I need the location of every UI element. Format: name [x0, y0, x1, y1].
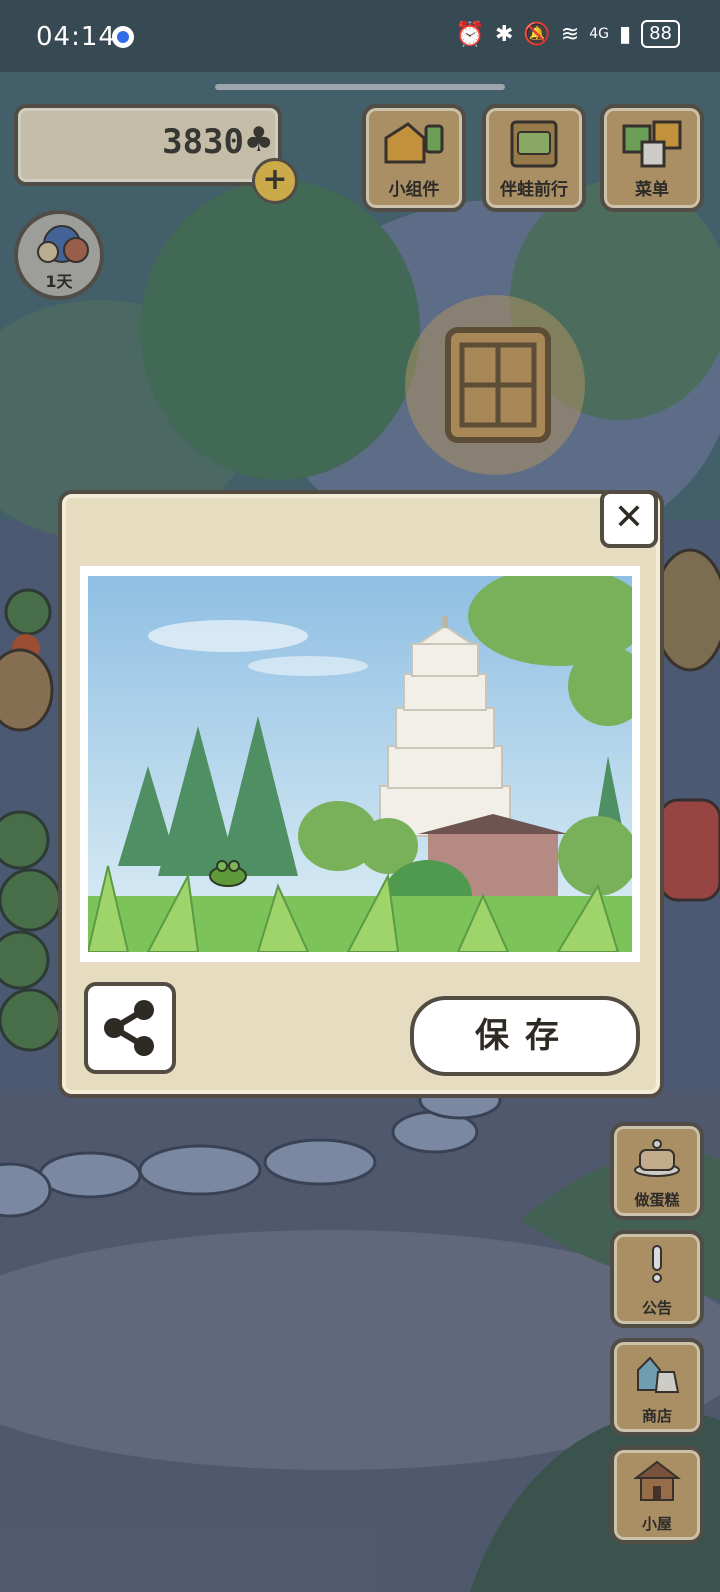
- share-button[interactable]: [84, 982, 176, 1074]
- alarm-icon: ⏰: [455, 20, 485, 48]
- location-icon: [112, 26, 134, 48]
- bluetooth-icon: ✱: [494, 21, 514, 47]
- mute-bell-icon: 🔕: [523, 21, 551, 47]
- travel-photo: [88, 576, 632, 952]
- battery-indicator: 88: [641, 20, 680, 48]
- status-icons: ⏰ ✱ 🔕 ≋ 4G ▮ 88: [455, 20, 680, 48]
- close-dialog-button[interactable]: ✕: [600, 490, 658, 548]
- status-time: 04:14: [36, 22, 116, 52]
- network-label: 4G: [589, 26, 609, 42]
- share-icon: [104, 1000, 154, 1056]
- travel-photo-image: [88, 576, 632, 952]
- close-icon: ✕: [613, 497, 645, 538]
- save-button[interactable]: 保存: [410, 996, 640, 1076]
- signal-icon: ▮: [618, 21, 632, 47]
- status-bar: 04:14 ⏰ ✱ 🔕 ≋ 4G ▮ 88: [0, 0, 720, 72]
- wifi-icon: ≋: [560, 21, 580, 47]
